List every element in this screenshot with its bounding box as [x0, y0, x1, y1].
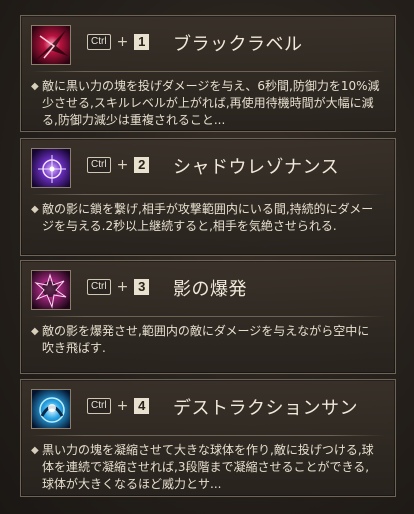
skill-description-text: 敵の影に鎖を繋げ,相手が攻撃範囲内にいる間,持続的にダメージを与える.2秒以上継…	[42, 202, 374, 233]
number-key: 2	[134, 157, 150, 173]
number-key: 1	[134, 34, 150, 50]
skill-description: ◆ 敵の影を爆発させ,範囲内の敵にダメージを与えながら空中に吹き飛ばす.	[31, 323, 381, 357]
ctrl-key: Ctrl	[87, 34, 111, 50]
number-key: 4	[134, 398, 150, 414]
skill-name: シャドウレゾナンス	[173, 157, 340, 178]
shadow-explosion-icon	[31, 270, 71, 310]
skill-card-2: Ctrl + 2 シャドウレゾナンス ◆ 敵の影に鎖を繋げ,相手が攻撃範囲内にい…	[20, 138, 396, 256]
skill-header: Ctrl + 1 ブラックラベル	[31, 25, 385, 67]
ctrl-key: Ctrl	[87, 398, 111, 414]
skill-header: Ctrl + 3 影の爆発	[31, 270, 385, 312]
dark-burst-icon	[31, 25, 71, 65]
plus-sign: +	[116, 34, 129, 50]
skill-description-text: 敵に黒い力の塊を投げダメージを与え、6秒間,防御力を10%減少させる,スキルレベ…	[42, 79, 380, 127]
hotkey: Ctrl + 2	[87, 156, 150, 174]
skill-name: デストラクションサン	[173, 398, 358, 419]
hotkey: Ctrl + 1	[87, 33, 150, 51]
skill-card-4: Ctrl + 4 デストラクションサン ◆ 黒い力の塊を凝縮させて大きな球体を作…	[20, 379, 396, 497]
skill-name: ブラックラベル	[173, 34, 303, 55]
bullet-icon: ◆	[31, 81, 39, 92]
hotkey: Ctrl + 4	[87, 397, 150, 415]
skill-description: ◆ 敵の影に鎖を繋げ,相手が攻撃範囲内にいる間,持続的にダメージを与える.2秒以…	[31, 201, 381, 235]
hotkey: Ctrl + 3	[87, 278, 150, 296]
bullet-icon: ◆	[31, 445, 39, 456]
divider	[31, 194, 385, 195]
skill-description: ◆ 敵に黒い力の塊を投げダメージを与え、6秒間,防御力を10%減少させる,スキル…	[31, 78, 381, 129]
skill-name: 影の爆発	[173, 279, 247, 300]
skill-header: Ctrl + 4 デストラクションサン	[31, 389, 385, 431]
divider	[31, 316, 385, 317]
plus-sign: +	[116, 398, 129, 414]
skill-card-3: Ctrl + 3 影の爆発 ◆ 敵の影を爆発させ,範囲内の敵にダメージを与えなが…	[20, 260, 396, 374]
number-key: 3	[134, 279, 150, 295]
shadow-target-icon	[31, 148, 71, 188]
bullet-icon: ◆	[31, 204, 39, 215]
plus-sign: +	[116, 157, 129, 173]
divider	[31, 71, 385, 72]
skill-card-1: Ctrl + 1 ブラックラベル ◆ 敵に黒い力の塊を投げダメージを与え、6秒間…	[20, 15, 396, 132]
divider	[31, 435, 385, 436]
skill-description-text: 黒い力の塊を凝縮させて大きな球体を作り,敵に投げつける,球体を連続で凝縮させれば…	[42, 443, 374, 491]
ctrl-key: Ctrl	[87, 279, 111, 295]
destruction-sun-icon	[31, 389, 71, 429]
bullet-icon: ◆	[31, 326, 39, 337]
skill-description: ◆ 黒い力の塊を凝縮させて大きな球体を作り,敵に投げつける,球体を連続で凝縮させ…	[31, 442, 381, 493]
ctrl-key: Ctrl	[87, 157, 111, 173]
skill-description-text: 敵の影を爆発させ,範囲内の敵にダメージを与えながら空中に吹き飛ばす.	[42, 324, 370, 355]
skill-header: Ctrl + 2 シャドウレゾナンス	[31, 148, 385, 190]
plus-sign: +	[116, 279, 129, 295]
